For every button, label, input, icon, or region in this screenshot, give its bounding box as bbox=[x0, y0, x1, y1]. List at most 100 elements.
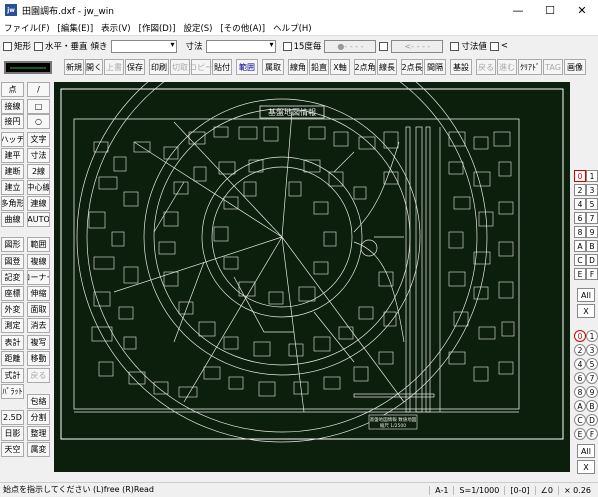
tool-21-0[interactable]: 日影 bbox=[1, 426, 24, 441]
toolbar-button-5[interactable]: 切取 bbox=[170, 59, 190, 75]
group-button-8[interactable]: 8 bbox=[574, 386, 586, 398]
toolbar-button-13[interactable]: 2点角 bbox=[354, 59, 376, 75]
layer-button-13[interactable]: D bbox=[586, 254, 598, 266]
group-all-button[interactable]: All bbox=[577, 444, 595, 458]
layer-x-button[interactable]: X bbox=[577, 304, 595, 318]
menu-settings[interactable]: 設定(S) bbox=[179, 22, 216, 34]
tool-13-0[interactable]: 外変 bbox=[1, 302, 24, 317]
group-button-12[interactable]: C bbox=[574, 414, 586, 426]
group-button-3[interactable]: 3 bbox=[586, 344, 598, 356]
toolbar-button-2[interactable]: 上書 bbox=[104, 59, 124, 75]
tool-6-0[interactable]: 建立 bbox=[1, 180, 24, 195]
tool-4-0[interactable]: 建平 bbox=[1, 148, 24, 163]
toolbar-button-4[interactable]: 印刷 bbox=[149, 59, 169, 75]
toolbar-button-14[interactable]: 線長 bbox=[377, 59, 397, 75]
tool-17-1[interactable]: 戻る bbox=[27, 368, 50, 383]
tool-10-1[interactable]: 複線 bbox=[27, 254, 50, 269]
tool-0-0[interactable]: 点 bbox=[1, 82, 24, 97]
tool-11-1[interactable]: コーナー bbox=[27, 270, 50, 285]
tool-22-1[interactable]: 属変 bbox=[27, 442, 50, 457]
tool-14-0[interactable]: 測定 bbox=[1, 318, 24, 333]
layer-button-9[interactable]: 9 bbox=[586, 226, 598, 238]
dim-combo[interactable] bbox=[205, 39, 276, 53]
toolbar-button-11[interactable]: 鉛直 bbox=[309, 59, 329, 75]
tool-7-1[interactable]: 連線 bbox=[27, 196, 50, 211]
deg15-option[interactable]: 15度毎 bbox=[282, 40, 321, 52]
tool-21-1[interactable]: 整理 bbox=[27, 426, 50, 441]
toolbar-button-21[interactable]: TAG bbox=[543, 59, 563, 75]
group-button-11[interactable]: B bbox=[586, 400, 598, 412]
tool-7-0[interactable]: 多角形 bbox=[1, 196, 24, 211]
rect-option[interactable]: 矩形 bbox=[3, 40, 31, 52]
menu-other[interactable]: [その他(A)] bbox=[216, 22, 269, 34]
circle-mode-button[interactable]: ●- - - - bbox=[324, 39, 377, 53]
toolbar-button-10[interactable]: 線角 bbox=[288, 59, 308, 75]
menu-draw[interactable]: [作図(D)] bbox=[135, 22, 180, 34]
group-button-14[interactable]: E bbox=[574, 428, 586, 440]
toolbar-button-9[interactable]: 属取 bbox=[262, 59, 284, 75]
toolbar-button-8[interactable]: 範囲 bbox=[236, 59, 258, 75]
tool-3-0[interactable]: ハッチ bbox=[1, 132, 24, 147]
toolbar-button-15[interactable]: 2点長 bbox=[401, 59, 423, 75]
tool-12-1[interactable]: 伸縮 bbox=[27, 286, 50, 301]
tool-17-0[interactable]: 式計 bbox=[1, 368, 24, 383]
group-readout[interactable]: [0-0] bbox=[504, 485, 534, 495]
group-x-button[interactable]: X bbox=[577, 460, 595, 474]
toolbar-button-16[interactable]: 間隔 bbox=[424, 59, 446, 75]
tilt-combo[interactable] bbox=[110, 39, 177, 53]
maximize-button[interactable]: ☐ bbox=[534, 0, 566, 20]
tool-22-0[interactable]: 天空 bbox=[1, 442, 24, 457]
toolbar-button-20[interactable]: ｸﾘｱﾄﾞ bbox=[518, 59, 542, 75]
tool-2-0[interactable]: 接円 bbox=[1, 114, 24, 129]
layer-button-11[interactable]: B bbox=[586, 240, 598, 252]
close-button[interactable]: ✕ bbox=[566, 0, 598, 20]
toolbar-button-17[interactable]: 基設 bbox=[450, 59, 472, 75]
drawing-canvas[interactable]: 基盤地図情報 基盤地図情報 数値地図 縮尺 1/2500 bbox=[54, 82, 570, 472]
tool-0-1[interactable]: / bbox=[27, 82, 50, 97]
layer-button-0[interactable]: 0 bbox=[574, 170, 586, 182]
tool-12-0[interactable]: 座標 bbox=[1, 286, 24, 301]
layer-button-12[interactable]: C bbox=[574, 254, 586, 266]
tool-16-0[interactable]: 距離 bbox=[1, 351, 24, 366]
layer-button-10[interactable]: A bbox=[574, 240, 586, 252]
group-button-2[interactable]: 2 bbox=[574, 344, 586, 356]
group-button-10[interactable]: A bbox=[574, 400, 586, 412]
tool-5-0[interactable]: 建断 bbox=[1, 164, 24, 179]
layer-all-button[interactable]: All bbox=[577, 288, 595, 302]
tool-1-1[interactable]: □ bbox=[27, 99, 50, 114]
group-button-15[interactable]: F bbox=[586, 428, 598, 440]
group-button-7[interactable]: 7 bbox=[586, 372, 598, 384]
toolbar-button-1[interactable]: 開く bbox=[85, 59, 103, 75]
tool-6-1[interactable]: 中心線 bbox=[27, 180, 50, 195]
tool-20-0[interactable]: 2.5D bbox=[1, 410, 24, 425]
tool-4-1[interactable]: 寸法 bbox=[27, 148, 50, 163]
tool-13-1[interactable]: 面取 bbox=[27, 302, 50, 317]
group-button-4[interactable]: 4 bbox=[574, 358, 586, 370]
toolbar-button-7[interactable]: 貼付 bbox=[212, 59, 232, 75]
minimize-button[interactable]: — bbox=[502, 0, 534, 20]
toolbar-button-3[interactable]: 保存 bbox=[125, 59, 145, 75]
tool-20-1[interactable]: 分割 bbox=[27, 410, 50, 425]
group-button-5[interactable]: 5 bbox=[586, 358, 598, 370]
group-button-9[interactable]: 9 bbox=[586, 386, 598, 398]
layer-button-2[interactable]: 2 bbox=[574, 184, 586, 196]
menu-view[interactable]: 表示(V) bbox=[97, 22, 134, 34]
tool-8-1[interactable]: AUTO bbox=[27, 212, 50, 227]
tool-9-1[interactable]: 範囲 bbox=[27, 237, 50, 252]
hv-checkbox[interactable] bbox=[34, 41, 44, 51]
toolbar-button-22[interactable]: 画像 bbox=[564, 59, 586, 75]
tool-1-0[interactable]: 接線 bbox=[1, 99, 24, 114]
layer-button-1[interactable]: 1 bbox=[586, 170, 598, 182]
angle-readout[interactable]: ∠0 bbox=[534, 485, 558, 495]
dimval-checkbox[interactable] bbox=[450, 41, 460, 51]
toolbar-button-12[interactable]: X軸 bbox=[330, 59, 350, 75]
layer-button-8[interactable]: 8 bbox=[574, 226, 586, 238]
tool-16-1[interactable]: 移動 bbox=[27, 351, 50, 366]
line-color-swatch[interactable] bbox=[4, 60, 52, 74]
tool-8-0[interactable]: 曲線 bbox=[1, 212, 24, 227]
layer-button-6[interactable]: 6 bbox=[574, 212, 586, 224]
toolbar-button-18[interactable]: 戻る bbox=[476, 59, 496, 75]
paper-size[interactable]: A-1 bbox=[429, 485, 453, 495]
tool-15-0[interactable]: 表計 bbox=[1, 335, 24, 350]
tool-10-0[interactable]: 図登 bbox=[1, 254, 24, 269]
